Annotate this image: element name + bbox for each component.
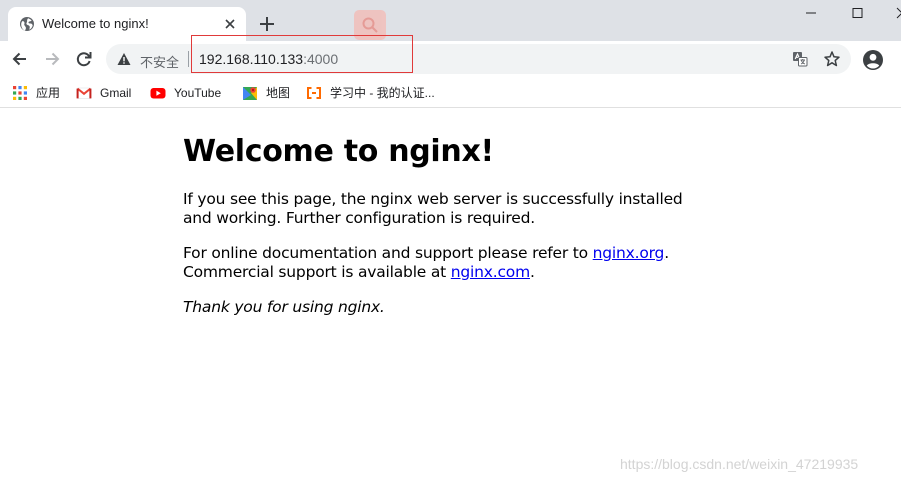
page-viewport: Welcome to nginx! If you see this page, …	[0, 109, 901, 484]
security-status-label[interactable]: 不安全	[140, 52, 179, 71]
bookmark-label: 地图	[266, 86, 291, 100]
bookmark-maps[interactable]: 地图	[242, 77, 290, 108]
globe-icon	[20, 17, 34, 31]
commercial-period: .	[529, 263, 535, 281]
close-tab-icon[interactable]	[223, 17, 237, 31]
bookmark-label: YouTube	[174, 85, 222, 100]
minimize-window-icon[interactable]	[802, 4, 820, 22]
bookmark-site[interactable]: 学习中 - 我的认证...	[306, 77, 435, 108]
translate-icon[interactable]	[792, 51, 808, 67]
tab-strip: Welcome to nginx!	[0, 0, 901, 41]
forward-arrow-icon[interactable]	[42, 49, 62, 69]
nginx-org-link[interactable]: nginx.org	[593, 244, 665, 262]
bookmarks-bar: 应用 Gmail YouTube 地图 学习中 - 我的认证...	[0, 77, 901, 108]
bookmark-gmail[interactable]: Gmail	[76, 77, 131, 108]
url-text[interactable]: 192.168.110.133:4000	[199, 51, 338, 67]
maximize-window-icon[interactable]	[848, 4, 866, 22]
omnibox-divider	[188, 51, 189, 67]
back-arrow-icon[interactable]	[10, 49, 30, 69]
browser-toolbar: 不安全 192.168.110.133:4000	[0, 41, 901, 77]
bookmark-star-icon[interactable]	[823, 50, 841, 68]
url-port: :4000	[303, 51, 339, 67]
warning-triangle-icon[interactable]	[117, 52, 131, 66]
bookmark-apps[interactable]: 应用	[12, 77, 60, 108]
bookmark-label: Gmail	[100, 85, 132, 100]
maps-icon	[243, 86, 257, 100]
search-overlay-icon	[354, 10, 386, 40]
address-bar[interactable]: 不安全 192.168.110.133:4000	[106, 44, 851, 74]
tab-title: Welcome to nginx!	[42, 16, 149, 31]
reload-icon[interactable]	[74, 49, 94, 69]
docs-paragraph: For online documentation and support ple…	[183, 244, 703, 282]
nginx-welcome-content: Welcome to nginx! If you see this page, …	[183, 109, 703, 317]
intro-paragraph: If you see this page, the nginx web serv…	[183, 190, 683, 227]
gmail-icon	[76, 87, 92, 99]
nginx-com-link[interactable]: nginx.com	[451, 263, 530, 281]
close-window-icon[interactable]	[893, 4, 901, 22]
watermark-text: https://blog.csdn.net/weixin_47219935	[620, 456, 859, 472]
bookmark-youtube[interactable]: YouTube	[150, 77, 221, 108]
docs-period: .	[664, 244, 669, 262]
bookmark-site-icon	[307, 86, 321, 99]
browser-tab[interactable]: Welcome to nginx!	[8, 7, 246, 41]
youtube-icon	[150, 87, 166, 98]
apps-grid-icon	[13, 85, 27, 100]
bookmark-label: 应用	[36, 86, 61, 100]
docs-text: For online documentation and support ple…	[183, 244, 593, 262]
page-heading: Welcome to nginx!	[183, 134, 494, 169]
new-tab-plus-icon[interactable]	[257, 14, 277, 34]
bookmark-label: 学习中 - 我的认证...	[330, 86, 435, 100]
profile-avatar-icon[interactable]	[862, 49, 884, 71]
commercial-text: Commercial support is available at	[183, 263, 451, 281]
thanks-text: Thank you for using nginx.	[183, 298, 385, 316]
url-host: 192.168.110.133	[199, 51, 304, 67]
